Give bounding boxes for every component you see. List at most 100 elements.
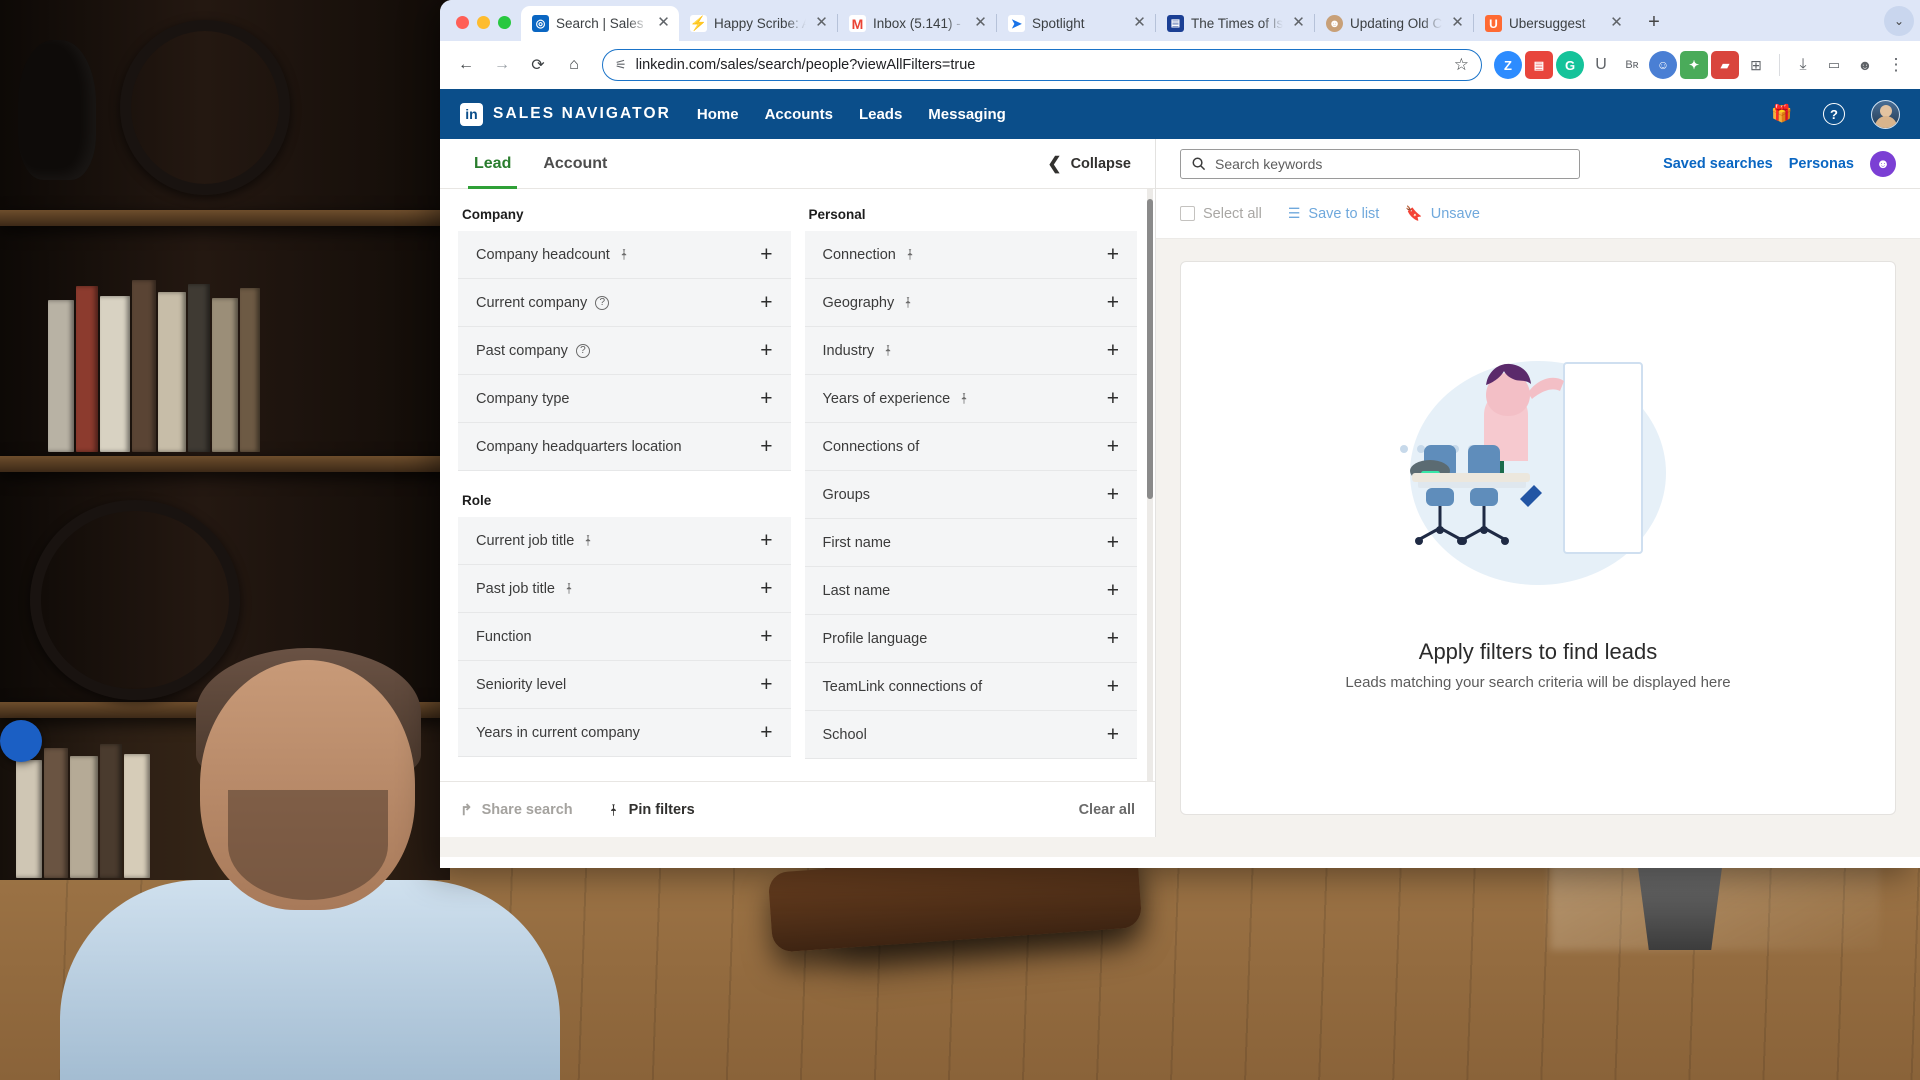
share-search-button[interactable]: ↱ Share search — [460, 801, 573, 819]
close-tab-icon[interactable]: ✕ — [813, 15, 830, 32]
filter-row-profile-language[interactable]: Profile language + — [804, 615, 1137, 663]
browser-tab-0[interactable]: ◎ Search | Sales Navi ✕ — [521, 6, 679, 41]
personas-link[interactable]: Personas — [1789, 156, 1854, 172]
address-bar[interactable]: ⚟ linkedin.com/sales/search/people?viewA… — [602, 49, 1482, 81]
nav-link-home[interactable]: Home — [697, 106, 739, 123]
save-to-list-button[interactable]: ☰ Save to list — [1288, 205, 1379, 222]
forward-button[interactable]: → — [486, 49, 518, 81]
filter-row-teamlink-connections-of[interactable]: TeamLink connections of + — [804, 663, 1137, 711]
clear-all-button[interactable]: Clear all — [1079, 802, 1135, 818]
filter-row-company-type[interactable]: Company type + — [458, 375, 791, 423]
clipboard-extension-icon[interactable]: ▤ — [1525, 51, 1553, 79]
add-filter-icon[interactable]: + — [1107, 340, 1119, 361]
red-tag-extension-icon[interactable]: ▰ — [1711, 51, 1739, 79]
close-tab-icon[interactable]: ✕ — [1449, 15, 1466, 32]
filter-row-groups[interactable]: Groups + — [804, 471, 1137, 519]
add-filter-icon[interactable]: + — [1107, 388, 1119, 409]
add-filter-icon[interactable]: + — [760, 626, 772, 647]
br-extension-icon[interactable]: Bʀ — [1618, 51, 1646, 79]
unsave-button[interactable]: 🔖 Unsave — [1405, 205, 1480, 222]
browser-tab-3[interactable]: ➤ Spotlight ✕ — [997, 6, 1155, 41]
sidepanel-icon[interactable]: ▭ — [1820, 51, 1848, 79]
add-filter-icon[interactable]: + — [760, 244, 772, 265]
pin-filters-button[interactable]: Pin filters — [607, 802, 695, 818]
maximize-window-button[interactable] — [498, 16, 511, 29]
puzzle-green-extension-icon[interactable]: ✦ — [1680, 51, 1708, 79]
smile-extension-icon[interactable]: ☺ — [1649, 51, 1677, 79]
filter-row-company-hq-location[interactable]: Company headquarters location + — [458, 423, 791, 471]
grammarly-extension-icon[interactable]: G — [1556, 51, 1584, 79]
add-filter-icon[interactable]: + — [760, 530, 772, 551]
filter-row-connection[interactable]: Connection + — [804, 231, 1137, 279]
browser-tab-2[interactable]: M Inbox (5.141) - effy ✕ — [838, 6, 996, 41]
brand-logo[interactable]: in SALES NAVIGATOR — [460, 102, 671, 126]
new-tab-button[interactable]: + — [1639, 7, 1669, 37]
add-filter-icon[interactable]: + — [760, 674, 772, 695]
tab-list-chevron-icon[interactable]: ⌄ — [1884, 6, 1914, 36]
add-filter-icon[interactable]: + — [760, 340, 772, 361]
browser-tab-1[interactable]: ⚡ Happy Scribe: Audi ✕ — [679, 6, 837, 41]
filter-row-school[interactable]: School + — [804, 711, 1137, 759]
window-traffic-lights[interactable] — [450, 16, 521, 41]
checkbox-icon[interactable] — [1180, 206, 1195, 221]
nav-link-accounts[interactable]: Accounts — [765, 106, 833, 123]
filter-row-years-of-experience[interactable]: Years of experience + — [804, 375, 1137, 423]
downloads-icon[interactable]: ⤓ — [1789, 51, 1817, 79]
nav-link-messaging[interactable]: Messaging — [928, 106, 1006, 123]
filter-row-past-job-title[interactable]: Past job title + — [458, 565, 791, 613]
home-button[interactable]: ⌂ — [558, 49, 590, 81]
tune-icon[interactable]: ⚟ — [615, 57, 627, 73]
filter-row-current-company[interactable]: Current company ? + — [458, 279, 791, 327]
help-circle-icon[interactable]: ? — [595, 295, 610, 310]
reload-button[interactable]: ⟳ — [522, 49, 554, 81]
filter-row-current-job-title[interactable]: Current job title + — [458, 517, 791, 565]
add-filter-icon[interactable]: + — [1107, 244, 1119, 265]
chrome-menu-icon[interactable]: ⋮ — [1882, 51, 1910, 79]
tab-lead[interactable]: Lead — [458, 139, 527, 189]
add-filter-icon[interactable]: + — [1107, 532, 1119, 553]
filters-scroll-area[interactable]: Company Company headcount + Current comp… — [440, 189, 1155, 781]
filters-scrollbar-thumb[interactable] — [1147, 199, 1153, 499]
profile-icon[interactable]: ☻ — [1851, 51, 1879, 79]
close-tab-icon[interactable]: ✕ — [1290, 15, 1307, 32]
gift-icon[interactable]: 🎁 — [1767, 99, 1797, 129]
add-filter-icon[interactable]: + — [760, 388, 772, 409]
add-filter-icon[interactable]: + — [760, 436, 772, 457]
bookmark-star-icon[interactable]: ☆ — [1454, 55, 1469, 75]
browser-tab-4[interactable]: ▤ The Times of Israel ✕ — [1156, 6, 1314, 41]
filter-row-first-name[interactable]: First name + — [804, 519, 1137, 567]
browser-tab-5[interactable]: ☻ Updating Old Cont ✕ — [1315, 6, 1473, 41]
browser-tab-6[interactable]: U Ubersuggest ✕ — [1474, 6, 1632, 41]
avatar[interactable] — [1871, 99, 1900, 129]
help-icon[interactable]: ? — [1823, 103, 1845, 125]
collapse-button[interactable]: ❮ Collapse — [1047, 154, 1137, 174]
back-button[interactable]: ← — [450, 49, 482, 81]
add-filter-icon[interactable]: + — [1107, 292, 1119, 313]
nav-link-leads[interactable]: Leads — [859, 106, 902, 123]
add-filter-icon[interactable]: + — [1107, 436, 1119, 457]
filter-row-connections-of[interactable]: Connections of + — [804, 423, 1137, 471]
saved-searches-link[interactable]: Saved searches — [1663, 156, 1773, 172]
add-filter-icon[interactable]: + — [1107, 676, 1119, 697]
filter-row-industry[interactable]: Industry + — [804, 327, 1137, 375]
help-circle-icon[interactable]: ? — [575, 343, 590, 358]
close-tab-icon[interactable]: ✕ — [655, 15, 672, 32]
extensions-puzzle-icon[interactable]: ⊞ — [1742, 51, 1770, 79]
close-window-button[interactable] — [456, 16, 469, 29]
filter-row-seniority-level[interactable]: Seniority level + — [458, 661, 791, 709]
close-tab-icon[interactable]: ✕ — [972, 15, 989, 32]
zoom-extension-icon[interactable]: Z — [1494, 51, 1522, 79]
add-filter-icon[interactable]: + — [1107, 724, 1119, 745]
close-tab-icon[interactable]: ✕ — [1131, 15, 1148, 32]
search-input[interactable]: Search keywords — [1180, 148, 1580, 179]
filter-row-past-company[interactable]: Past company ? + — [458, 327, 791, 375]
filter-row-company-headcount[interactable]: Company headcount + — [458, 231, 791, 279]
select-all-checkbox[interactable]: Select all — [1180, 206, 1262, 222]
filter-row-years-in-current-company[interactable]: Years in current company + — [458, 709, 791, 757]
add-filter-icon[interactable]: + — [760, 722, 772, 743]
u-extension-icon[interactable]: U — [1587, 51, 1615, 79]
add-filter-icon[interactable]: + — [1107, 484, 1119, 505]
persona-icon[interactable]: ☻ — [1870, 150, 1896, 177]
add-filter-icon[interactable]: + — [760, 578, 772, 599]
overlay-dot-widget[interactable] — [0, 720, 42, 762]
